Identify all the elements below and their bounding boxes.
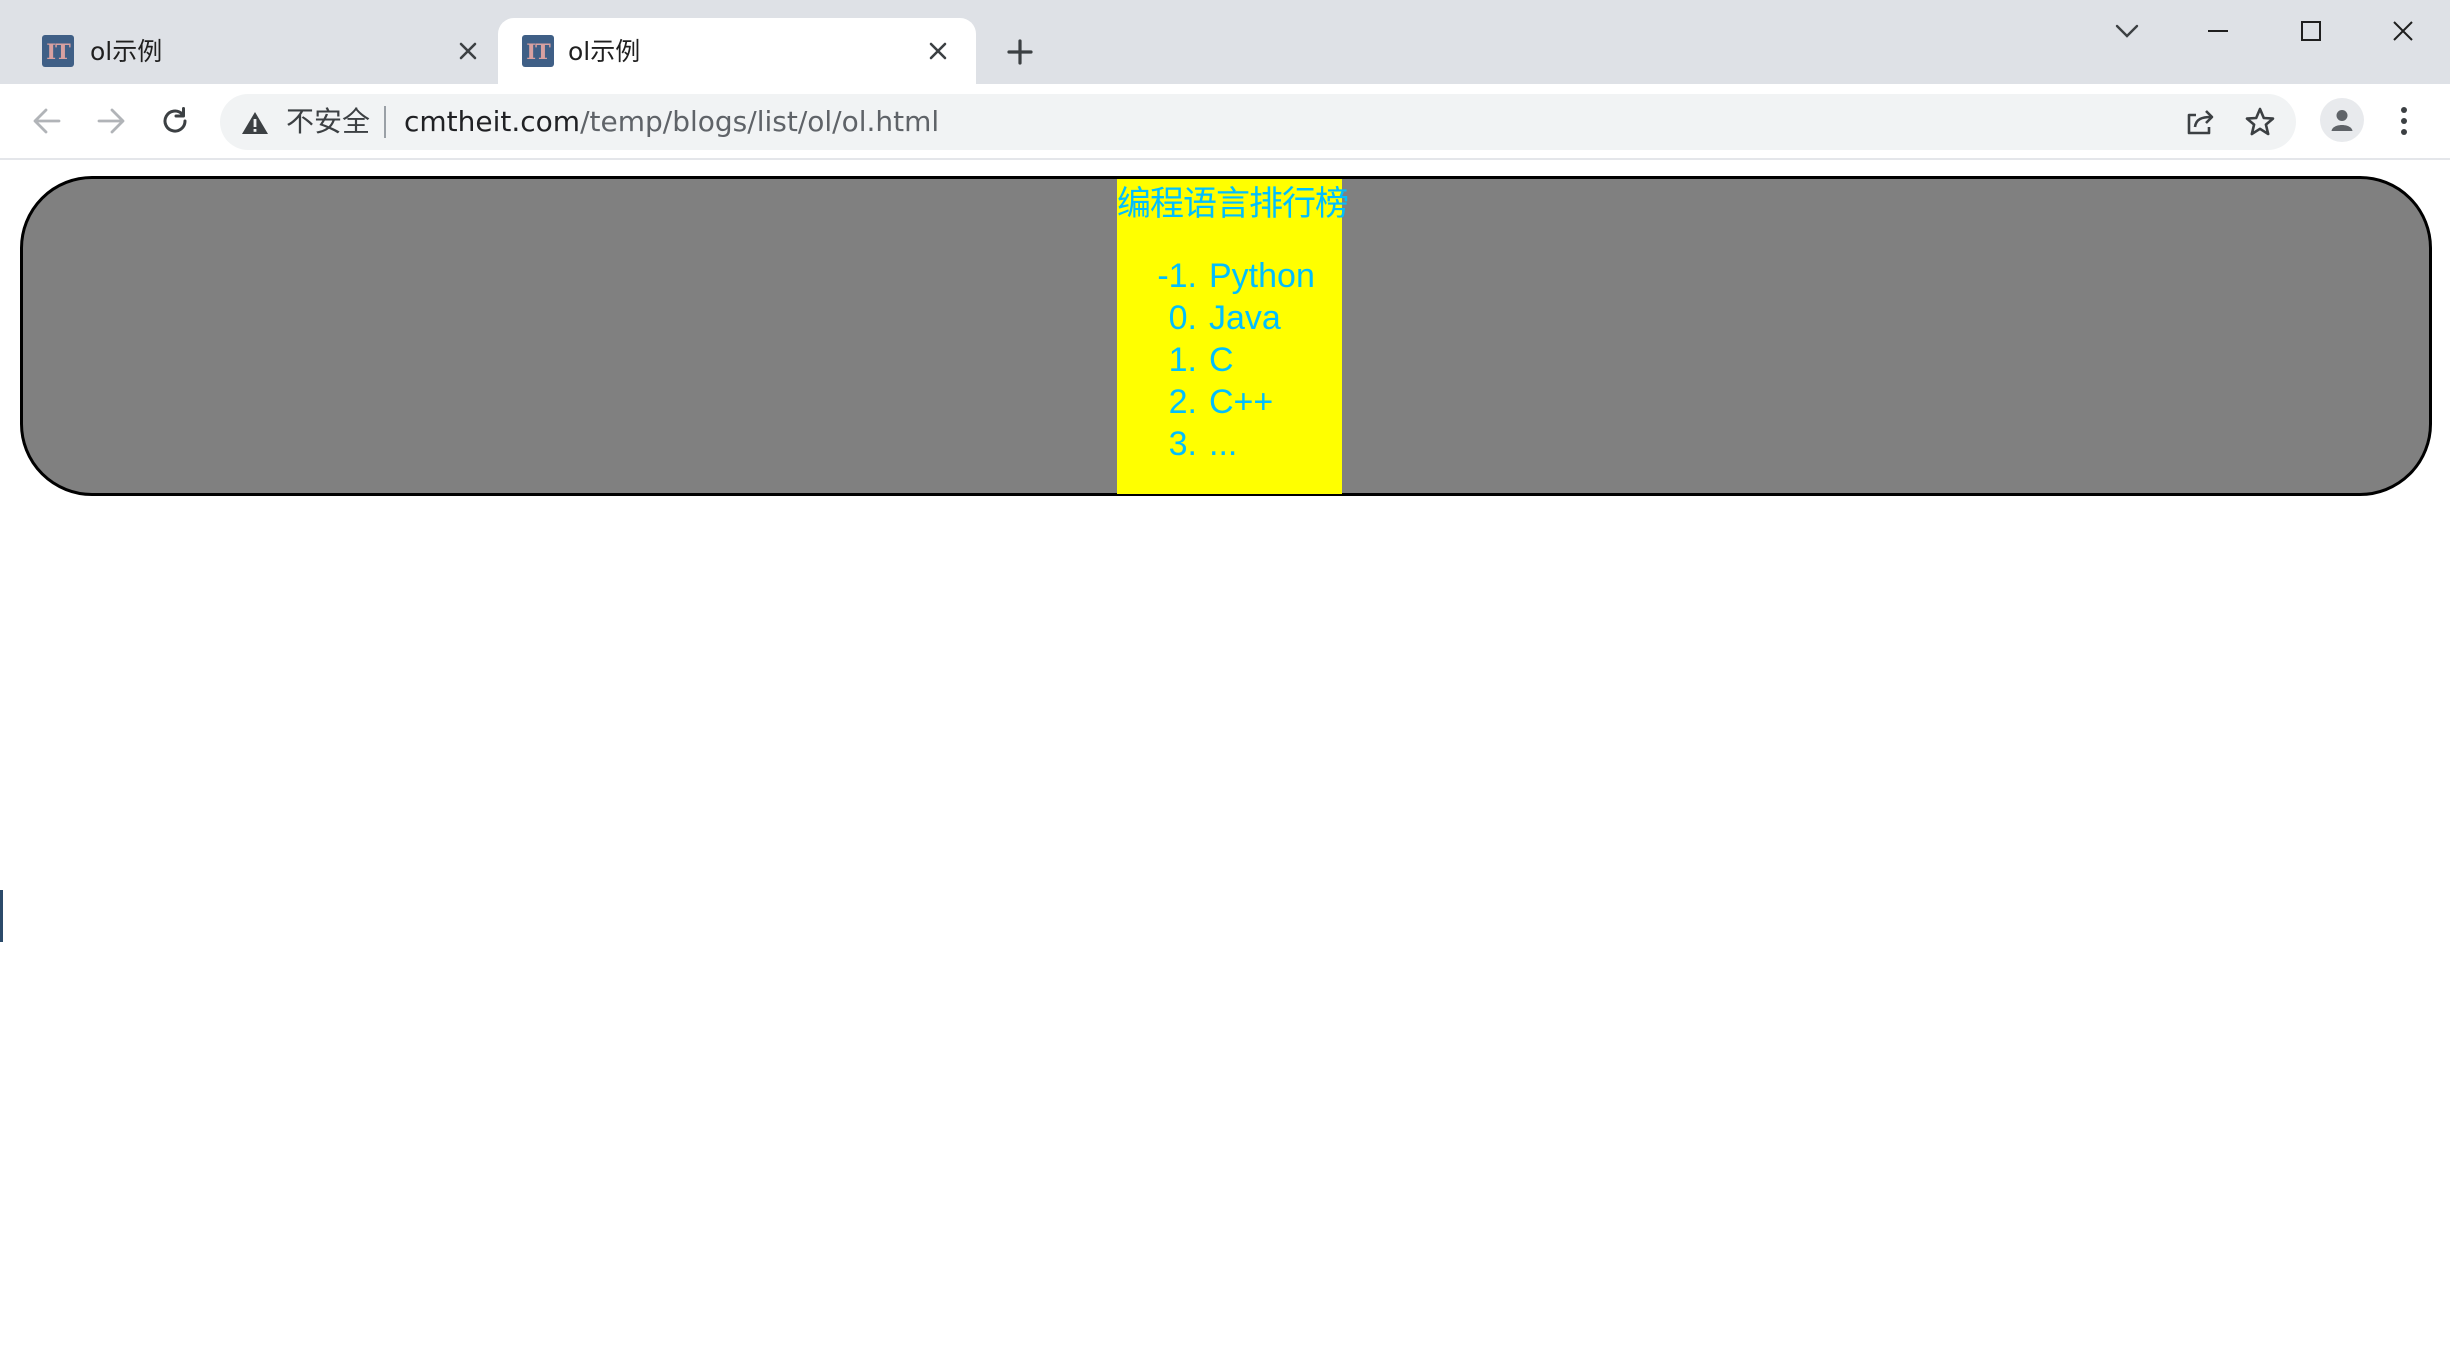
list-item: 2. C++ <box>1117 381 1315 423</box>
arrow-right-icon <box>97 108 125 134</box>
new-tab-button[interactable] <box>998 30 1042 74</box>
kebab-menu-icon <box>2401 107 2407 135</box>
language-list: -1. Python 0. Java 1. C 2. C++ 3.... <box>1117 255 1315 465</box>
tab-title: ol示例 <box>568 37 641 66</box>
minimize-icon <box>2208 30 2228 32</box>
tab-1[interactable]: IT ol示例 <box>20 18 490 84</box>
browser-menu-button[interactable] <box>2386 98 2422 144</box>
list-item-number: 0. <box>1168 299 1197 337</box>
list-item-number: 2. <box>1168 383 1197 421</box>
list-item-label: Python <box>1209 257 1315 295</box>
tab-strip: IT ol示例 IT ol示例 <box>0 0 2450 84</box>
reload-button[interactable] <box>152 98 198 144</box>
arrow-left-icon <box>33 108 61 134</box>
star-icon <box>2245 107 2275 136</box>
url-text[interactable]: cmtheit.com/temp/blogs/list/ol/ol.html <box>404 104 939 140</box>
bookmark-button[interactable] <box>2242 104 2278 140</box>
site-favicon-icon: IT <box>42 35 74 67</box>
close-icon <box>2393 21 2413 41</box>
browser-toolbar: 不安全 cmtheit.com/temp/blogs/list/ol/ol.ht… <box>0 84 2450 160</box>
list-item: 1. C <box>1117 339 1315 381</box>
back-button[interactable] <box>24 98 70 144</box>
list-item-label: C++ <box>1209 383 1274 421</box>
page-viewport: 编程语言排行榜 -1. Python 0. Java 1. C 2. C++ 3.... <box>0 160 2450 1370</box>
list-item-label: ... <box>1209 425 1238 463</box>
reload-icon <box>163 107 187 133</box>
maximize-button[interactable] <box>2281 8 2341 54</box>
minimize-button[interactable] <box>2188 8 2248 54</box>
divider <box>384 106 386 138</box>
close-window-button[interactable] <box>2373 8 2433 54</box>
share-button[interactable] <box>2182 104 2218 140</box>
list-item-number: 3. <box>1168 425 1197 463</box>
tab-2[interactable]: IT ol示例 <box>498 18 976 84</box>
share-icon <box>2187 110 2214 135</box>
profile-button[interactable] <box>2320 98 2364 142</box>
forward-button[interactable] <box>88 98 134 144</box>
site-favicon-icon: IT <box>522 35 554 67</box>
outer-box: 编程语言排行榜 -1. Python 0. Java 1. C 2. C++ 3.... <box>20 176 2432 496</box>
address-bar[interactable]: 不安全 cmtheit.com/temp/blogs/list/ol/ol.ht… <box>220 94 2296 150</box>
chevron-down-icon <box>2115 24 2139 38</box>
list-item-label: Java <box>1209 299 1281 337</box>
url-host: cmtheit.com <box>404 105 581 138</box>
page-title: 编程语言排行榜 <box>1117 184 1349 224</box>
url-path: /temp/blogs/list/ol/ol.html <box>580 105 940 138</box>
tab-title: ol示例 <box>90 37 163 66</box>
list-item-number: 1. <box>1168 341 1197 379</box>
list-item-label: C <box>1209 341 1234 379</box>
security-status-label[interactable]: 不安全 <box>286 104 370 140</box>
list-item: 3.... <box>1117 423 1315 465</box>
close-icon[interactable] <box>450 33 486 69</box>
window-edge-shadow <box>0 890 3 942</box>
warning-triangle-icon[interactable] <box>240 108 270 138</box>
inner-box: 编程语言排行榜 -1. Python 0. Java 1. C 2. C++ 3.... <box>1117 179 1349 494</box>
close-icon[interactable] <box>920 33 956 69</box>
tab-search-button[interactable] <box>2097 8 2157 54</box>
browser-window: IT ol示例 IT ol示例 不安全 cmtheit.com/temp/blo… <box>0 0 2450 1370</box>
list-item: 0. Java <box>1117 297 1315 339</box>
plus-icon <box>1007 39 1033 65</box>
person-icon <box>2331 110 2353 131</box>
list-item: -1. Python <box>1117 255 1315 297</box>
list-item-number: -1. <box>1157 257 1197 295</box>
maximize-icon <box>2301 21 2321 41</box>
